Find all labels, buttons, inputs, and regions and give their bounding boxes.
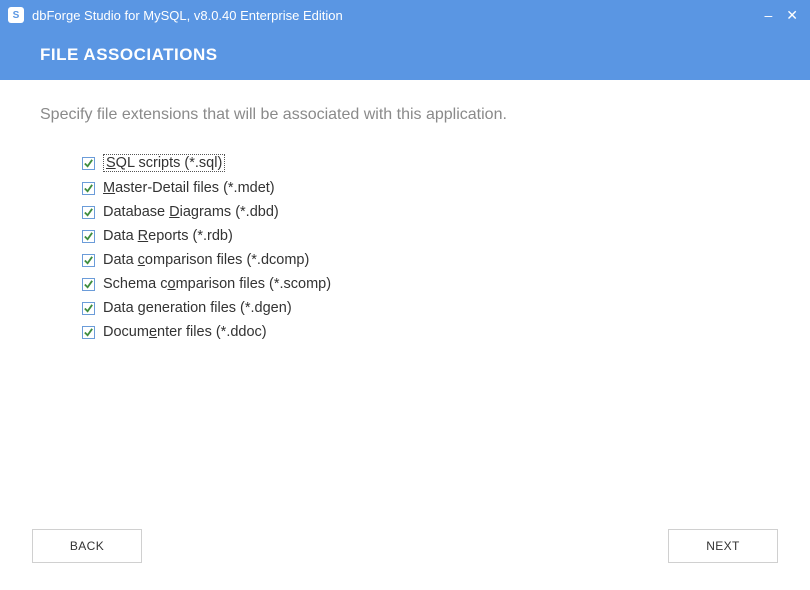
checkbox[interactable] [82, 182, 95, 195]
option-label[interactable]: Database Diagrams (*.dbd) [103, 204, 279, 220]
back-button[interactable]: BACK [32, 529, 142, 563]
option-label-mnemonic: M [103, 180, 115, 196]
option-label-pre: Schema c [103, 276, 167, 292]
titlebar: S dbForge Studio for MySQL, v8.0.40 Ente… [0, 0, 810, 30]
option-label-mnemonic: g [138, 300, 146, 316]
checkbox[interactable] [82, 254, 95, 267]
checkbox[interactable] [82, 302, 95, 315]
option-label-mnemonic: c [138, 252, 145, 268]
instruction-text: Specify file extensions that will be ass… [40, 106, 770, 124]
option-label-pre: Data [103, 252, 138, 268]
option-label-post: aster-Detail files (*.mdet) [115, 180, 275, 196]
option-row: Data Reports (*.rdb) [82, 228, 770, 244]
option-row: Schema comparison files (*.scomp) [82, 276, 770, 292]
option-label-post: QL scripts (*.sql) [116, 155, 223, 171]
checkbox[interactable] [82, 230, 95, 243]
option-label-pre: Data [103, 300, 138, 316]
option-label-post: eneration files (*.dgen) [146, 300, 292, 316]
app-icon: S [8, 7, 24, 23]
option-row: SQL scripts (*.sql) [82, 154, 770, 172]
option-label-pre: Database [103, 204, 169, 220]
option-label-pre: Docum [103, 324, 149, 340]
option-label[interactable]: Data generation files (*.dgen) [103, 300, 292, 316]
option-row: Master-Detail files (*.mdet) [82, 180, 770, 196]
option-label-mnemonic: S [106, 155, 116, 171]
option-label-pre: Data [103, 228, 138, 244]
option-label-post: iagrams (*.dbd) [180, 204, 279, 220]
option-label[interactable]: Data Reports (*.rdb) [103, 228, 233, 244]
checkbox[interactable] [82, 326, 95, 339]
footer: BACK NEXT [0, 514, 810, 590]
option-row: Documenter files (*.ddoc) [82, 324, 770, 340]
option-label[interactable]: SQL scripts (*.sql) [103, 154, 225, 172]
option-label-post: omparison files (*.dcomp) [145, 252, 309, 268]
page-title: FILE ASSOCIATIONS [40, 45, 218, 65]
option-label[interactable]: Master-Detail files (*.mdet) [103, 180, 275, 196]
option-row: Data generation files (*.dgen) [82, 300, 770, 316]
option-label-mnemonic: o [167, 276, 175, 292]
checkbox[interactable] [82, 206, 95, 219]
option-label-mnemonic: e [149, 324, 157, 340]
content-area: Specify file extensions that will be ass… [0, 80, 810, 514]
header-band: FILE ASSOCIATIONS [0, 30, 810, 80]
checkbox[interactable] [82, 157, 95, 170]
option-label-post: nter files (*.ddoc) [157, 324, 267, 340]
checkbox[interactable] [82, 278, 95, 291]
minimize-button[interactable]: – [764, 8, 772, 22]
option-label[interactable]: Data comparison files (*.dcomp) [103, 252, 309, 268]
option-label-mnemonic: D [169, 204, 179, 220]
titlebar-title: dbForge Studio for MySQL, v8.0.40 Enterp… [32, 8, 764, 23]
option-label-post: mparison files (*.scomp) [176, 276, 332, 292]
option-label-post: eports (*.rdb) [148, 228, 233, 244]
window-controls: – ✕ [764, 8, 802, 22]
option-label[interactable]: Schema comparison files (*.scomp) [103, 276, 331, 292]
close-button[interactable]: ✕ [786, 8, 798, 22]
next-button[interactable]: NEXT [668, 529, 778, 563]
option-label[interactable]: Documenter files (*.ddoc) [103, 324, 267, 340]
options-list: SQL scripts (*.sql)Master-Detail files (… [40, 154, 770, 340]
option-label-mnemonic: R [138, 228, 148, 244]
option-row: Data comparison files (*.dcomp) [82, 252, 770, 268]
option-row: Database Diagrams (*.dbd) [82, 204, 770, 220]
